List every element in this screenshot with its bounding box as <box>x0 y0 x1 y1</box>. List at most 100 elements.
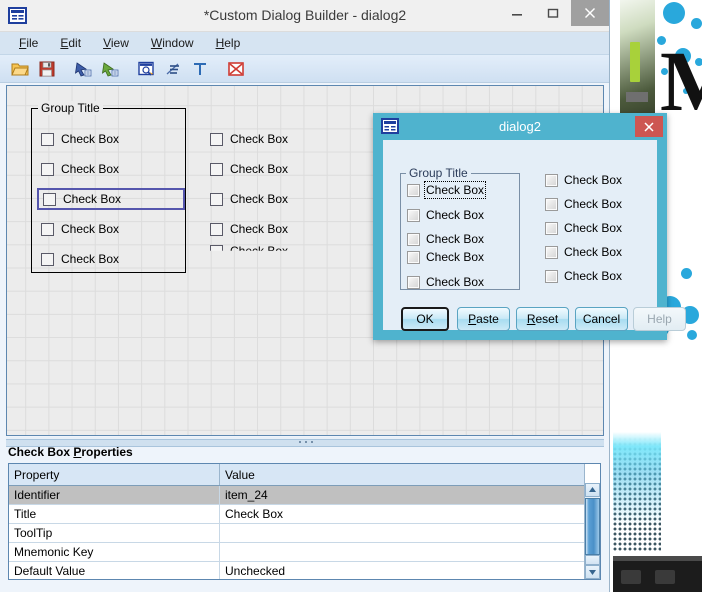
checkbox-box[interactable] <box>41 223 54 236</box>
property-value-cell[interactable]: Check Box <box>220 505 585 524</box>
checkbox-box[interactable] <box>41 253 54 266</box>
checkbox-label: Check Box <box>230 162 288 176</box>
property-value-cell[interactable]: item_24 <box>220 486 585 505</box>
dialog-checkbox[interactable]: Check Box <box>407 208 484 222</box>
properties-table[interactable]: Property Value Identifier item_24 Title … <box>8 463 601 580</box>
menu-item-view[interactable]: View <box>92 34 140 52</box>
menu-bar: File Edit View Window Help <box>0 32 609 55</box>
dialog-checkbox[interactable]: Check Box <box>545 221 622 235</box>
property-name-cell[interactable]: Title <box>9 505 220 524</box>
dialog-checkbox[interactable]: Check Box <box>407 183 484 197</box>
property-name-cell[interactable]: Identifier <box>9 486 220 505</box>
checkbox-box[interactable] <box>407 184 420 197</box>
save-icon[interactable] <box>35 58 59 80</box>
cancel-button[interactable]: Cancel <box>575 307 628 331</box>
menu-item-window[interactable]: Window <box>140 34 205 52</box>
checkbox-box[interactable] <box>545 222 558 235</box>
splitter-grip[interactable] <box>298 440 316 444</box>
checkbox-box[interactable] <box>407 233 420 246</box>
checkbox-box[interactable] <box>41 133 54 146</box>
canvas-checkbox[interactable]: Check Box <box>210 192 288 206</box>
menu-item-edit[interactable]: Edit <box>49 34 92 52</box>
export-icon[interactable] <box>98 58 122 80</box>
checkbox-label: Check Box <box>426 250 484 264</box>
table-row[interactable]: Mnemonic Key <box>9 543 585 562</box>
maximize-button[interactable] <box>535 0 571 26</box>
canvas-checkbox[interactable]: Check Box <box>210 162 288 176</box>
column-header-value[interactable]: Value <box>220 464 585 486</box>
dialog2-window[interactable]: dialog2 Group Title Check Box Check Box … <box>373 113 667 340</box>
canvas-checkbox[interactable]: Check Box <box>210 132 288 146</box>
dialog-title: dialog2 <box>373 113 667 140</box>
property-value-cell[interactable]: Unchecked <box>220 562 585 581</box>
dialog-checkbox[interactable]: Check Box <box>545 197 622 211</box>
property-name-cell[interactable]: ToolTip <box>9 524 220 543</box>
canvas-checkbox[interactable]: Check Box <box>41 162 119 176</box>
dialog-close-button[interactable] <box>635 116 663 137</box>
checkbox-label: Check Box <box>426 183 484 197</box>
checkbox-label: Check Box <box>61 252 119 266</box>
canvas-checkbox[interactable]: Check Box <box>41 252 119 266</box>
table-row[interactable]: Default Value Unchecked <box>9 562 585 581</box>
checkbox-box[interactable] <box>545 246 558 259</box>
table-row[interactable]: Identifier item_24 <box>9 486 585 505</box>
dialog-checkbox[interactable]: Check Box <box>545 173 622 187</box>
dialog-checkbox[interactable]: Check Box <box>545 245 622 259</box>
scroll-down-arrow-icon[interactable] <box>585 565 600 579</box>
table-row[interactable]: Title Check Box <box>9 505 585 524</box>
properties-title-pre: Check Box <box>8 445 73 459</box>
dialog-checkbox[interactable]: Check Box <box>407 232 484 246</box>
scrollbar-thumb[interactable] <box>585 498 600 555</box>
ok-button[interactable]: OK <box>401 307 449 331</box>
table-row[interactable]: ToolTip <box>9 524 585 543</box>
canvas-checkbox[interactable]: Check Box <box>41 222 119 236</box>
canvas-checkbox-selected[interactable]: Check Box <box>37 188 185 210</box>
properties-vertical-scrollbar[interactable] <box>584 483 600 579</box>
paste-button[interactable]: Paste <box>457 307 510 331</box>
checkbox-label: Check Box <box>426 275 484 289</box>
dialog-checkbox[interactable]: Check Box <box>407 275 484 289</box>
open-icon[interactable] <box>8 58 32 80</box>
properties-title-post: roperties <box>81 445 132 459</box>
decor-dot <box>687 330 697 340</box>
taskbar-top-edge <box>613 556 702 561</box>
checkbox-label: Check Box <box>564 269 622 283</box>
preview-icon[interactable] <box>134 58 158 80</box>
property-value-cell[interactable] <box>220 524 585 543</box>
delete-icon[interactable] <box>224 58 248 80</box>
property-name-cell[interactable]: Mnemonic Key <box>9 543 220 562</box>
menu-label: ile <box>26 36 38 50</box>
property-name-cell[interactable]: Default Value <box>9 562 220 581</box>
checkbox-box[interactable] <box>210 133 223 146</box>
checkbox-box[interactable] <box>407 251 420 264</box>
checkbox-box[interactable] <box>41 163 54 176</box>
checkbox-label: Check Box <box>61 132 119 146</box>
checkbox-box[interactable] <box>210 223 223 236</box>
properties-icon[interactable] <box>161 58 185 80</box>
checkbox-box[interactable] <box>545 270 558 283</box>
minimize-button[interactable] <box>499 0 535 26</box>
canvas-checkbox[interactable]: Check Box <box>210 222 288 236</box>
checkbox-box[interactable] <box>210 163 223 176</box>
checkbox-box[interactable] <box>407 276 420 289</box>
canvas-checkbox[interactable]: Check Box <box>41 132 119 146</box>
scroll-up-arrow-icon[interactable] <box>585 483 600 497</box>
close-button[interactable] <box>571 0 609 26</box>
scrollbar-track[interactable] <box>585 555 600 565</box>
property-value-cell[interactable] <box>220 543 585 562</box>
checkbox-box[interactable] <box>407 209 420 222</box>
menu-item-file[interactable]: File <box>8 34 49 52</box>
menu-item-help[interactable]: Help <box>205 34 252 52</box>
group-box-title: Group Title <box>38 101 103 115</box>
menu-label: dit <box>68 36 81 50</box>
dialog-checkbox[interactable]: Check Box <box>407 250 484 264</box>
reset-button[interactable]: Reset <box>516 307 569 331</box>
import-icon[interactable] <box>71 58 95 80</box>
dialog-checkbox[interactable]: Check Box <box>545 269 622 283</box>
checkbox-box[interactable] <box>545 198 558 211</box>
checkbox-box[interactable] <box>210 193 223 206</box>
checkbox-box[interactable] <box>43 193 56 206</box>
column-header-property[interactable]: Property <box>9 464 220 486</box>
align-icon[interactable] <box>188 58 212 80</box>
checkbox-box[interactable] <box>545 174 558 187</box>
